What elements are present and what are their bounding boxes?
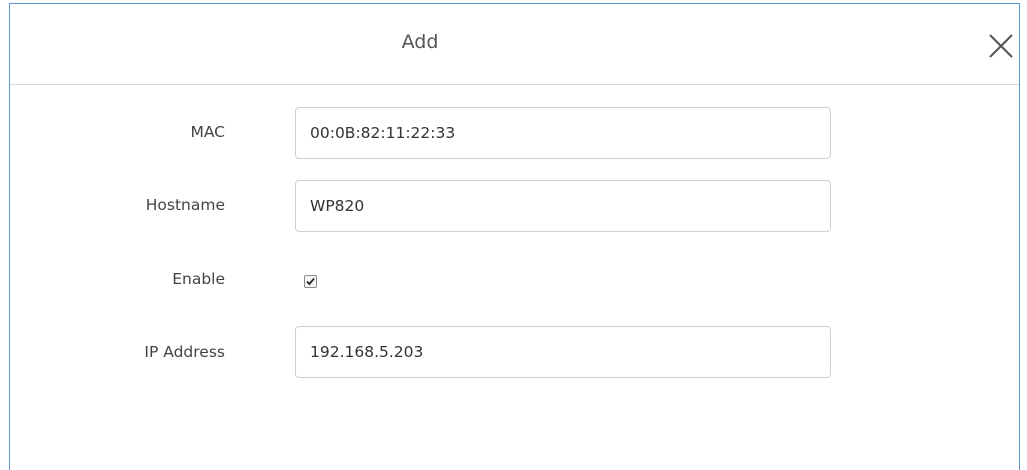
close-icon[interactable] [979,26,1019,66]
mac-input[interactable] [295,107,831,159]
enable-label: Enable [172,270,225,288]
dialog-header: Add [10,4,1019,85]
checkmark-icon [306,278,315,286]
ip-address-label: IP Address [144,343,225,361]
ip-address-input[interactable] [295,326,831,378]
hostname-input[interactable] [295,180,831,232]
enable-checkbox[interactable] [304,275,317,288]
hostname-label: Hostname [145,196,225,214]
add-dialog: Add MAC Hostname Enable IP Address [9,3,1020,470]
dialog-title: Add [401,31,439,53]
mac-label: MAC [190,123,225,141]
